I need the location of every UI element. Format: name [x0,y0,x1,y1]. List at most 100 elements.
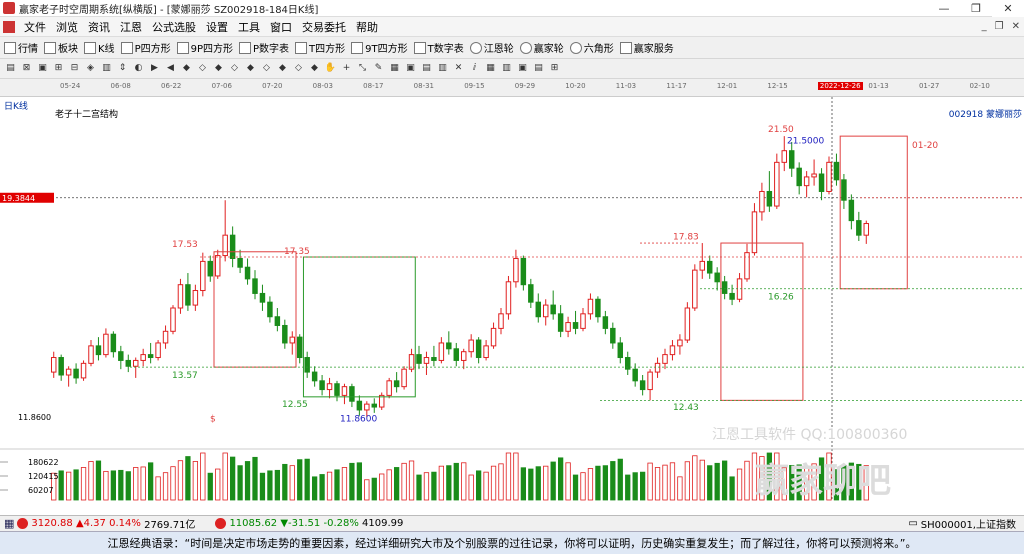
toolbar-button-label: P数字表 [253,44,290,55]
mdi-restore-icon[interactable]: ❐ [995,21,1004,32]
mdi-close-icon[interactable]: ✕ [1012,21,1020,32]
toolbar-button-11[interactable]: 六角形 [569,40,614,55]
toolbar-button-4[interactable]: 9P四方形 [176,40,233,55]
volume-bar [505,452,512,501]
menu-gann[interactable]: 江恩 [115,19,147,35]
candle-body [781,150,788,163]
draw-tool-icon-3[interactable]: ⊞ [52,62,65,75]
toolbar-button-0[interactable]: 行情 [4,40,38,55]
candle-body [662,354,668,364]
sh-index-group[interactable]: ▦ 3120.88 ▲4.37 0.14% 2769.71亿 [4,516,195,531]
date-tick-label: 08-17 [363,82,384,90]
draw-tool-icon-24[interactable]: ▦ [388,62,401,75]
menu-window[interactable]: 窗口 [265,19,297,35]
draw-tool-icon-7[interactable]: ⇕ [116,62,129,75]
volume-bar [155,476,161,501]
draw-tool-icon-29[interactable]: ⅈ [468,62,481,75]
volume-bar [662,464,668,501]
toolbar-button-3[interactable]: P四方形 [120,40,171,55]
kline-chart[interactable]: 日K线老子十二宫结构 002918 蒙娜丽莎 19.3844 17.53 13.57 17… [0,97,1024,515]
draw-tool-icon-2[interactable]: ▣ [36,62,49,75]
draw-tool-icon-1[interactable]: ⊠ [20,62,33,75]
draw-tool-icon-31[interactable]: ▥ [500,62,513,75]
candle-body [125,359,132,367]
draw-tool-icon-19[interactable]: ◆ [308,62,321,75]
mdi-minimize-icon[interactable]: _ [982,21,987,32]
draw-tool-icon-5[interactable]: ◈ [84,62,97,75]
draw-tool-icon-15[interactable]: ◆ [244,62,257,75]
draw-tool-icon-20[interactable]: ✋ [324,62,337,75]
menu-tools[interactable]: 工具 [233,19,265,35]
draw-tool-icon-22[interactable]: ⤡ [356,62,369,75]
candle-body [848,199,855,222]
menu-file[interactable]: 文件 [19,19,51,35]
candle-body [296,336,303,359]
draw-tool-icon-6[interactable]: ▥ [100,62,113,75]
volume-bar [364,479,370,501]
volume-bar [490,465,497,501]
current-index-label[interactable]: ▭ SH000001,上证指数 [908,516,1016,531]
toolbar-button-10[interactable]: 赢家轮 [519,40,564,55]
candle-body [460,351,467,361]
maximize-icon[interactable]: ❐ [960,0,992,17]
draw-tool-icon-18[interactable]: ◇ [292,62,305,75]
candle-body [528,284,534,303]
sz-index-group[interactable]: 11085.62 ▼-31.51 -0.28% 4109.99 [215,518,403,529]
sz-index-change: ▼-31.51 [280,518,321,529]
menu-help[interactable]: 帮助 [351,19,383,35]
menu-info[interactable]: 资讯 [83,19,115,35]
draw-tool-icon-11[interactable]: ◆ [180,62,193,75]
toolbar-button-9[interactable]: 江恩轮 [469,40,514,55]
volume-bar [147,462,154,501]
draw-tool-icon-13[interactable]: ◆ [212,62,225,75]
toolbar-button-8[interactable]: T数字表 [413,40,464,55]
winner-wheel-icon [519,41,532,54]
toolbar-button-12[interactable]: 赢家服务 [619,40,674,55]
toolbar-button-6[interactable]: T四方形 [295,40,345,55]
draw-tool-icon-21[interactable]: + [340,62,353,75]
toolbar-button-7[interactable]: 9T四方形 [351,40,408,55]
menu-browse[interactable]: 浏览 [51,19,83,35]
draw-tool-icon-23[interactable]: ✎ [372,62,385,75]
candle-body [766,190,773,207]
draw-tool-icon-25[interactable]: ▣ [404,62,417,75]
menu-trade[interactable]: 交易委托 [297,19,351,35]
volume-bar [617,458,623,501]
draw-tool-icon-33[interactable]: ▤ [532,62,545,75]
draw-tool-icon-9[interactable]: ▶ [148,62,161,75]
toolbar-button-2[interactable]: K线 [84,40,115,55]
draw-tool-icon-17[interactable]: ◆ [276,62,289,75]
draw-tool-icon-14[interactable]: ◇ [228,62,241,75]
chart-area[interactable]: 日K线 老子十二宫结构 002918 蒙娜丽莎 19.3844 17.53 13.57 17… [0,97,1024,515]
draw-tool-icon-10[interactable]: ◀ [164,62,177,75]
draw-tool-icon-4[interactable]: ⊟ [68,62,81,75]
volume-bar [133,467,139,501]
candle-body [490,327,497,347]
candle-body [185,284,191,306]
window-controls: — ❐ ✕ [928,0,1024,17]
draw-tool-icon-27[interactable]: ▥ [436,62,449,75]
draw-tool-icon-32[interactable]: ▣ [516,62,529,75]
draw-tool-icon-0[interactable]: ▤ [4,62,17,75]
candle-body [326,383,333,391]
draw-tool-icon-30[interactable]: ▦ [484,62,497,75]
draw-tool-icon-26[interactable]: ▤ [420,62,433,75]
minimize-icon[interactable]: — [928,0,960,17]
toolbar-button-1[interactable]: 板块 [44,40,78,55]
candle-body [386,380,392,396]
menu-settings[interactable]: 设置 [201,19,233,35]
draw-tool-icon-34[interactable]: ⊞ [548,62,561,75]
candle-body [483,345,489,359]
draw-tool-icon-28[interactable]: ✕ [452,62,465,75]
toolbar-button-5[interactable]: P数字表 [239,40,289,55]
structure-box [302,256,416,398]
candle-body [80,362,87,379]
draw-tool-icon-16[interactable]: ◇ [260,62,273,75]
candle-body [587,298,594,315]
volume-bar [125,471,131,501]
menu-formula[interactable]: 公式选股 [147,19,201,35]
close-icon[interactable]: ✕ [992,0,1024,17]
draw-tool-icon-12[interactable]: ◇ [196,62,209,75]
draw-tool-icon-8[interactable]: ◐ [132,62,145,75]
candle-body [788,150,795,169]
